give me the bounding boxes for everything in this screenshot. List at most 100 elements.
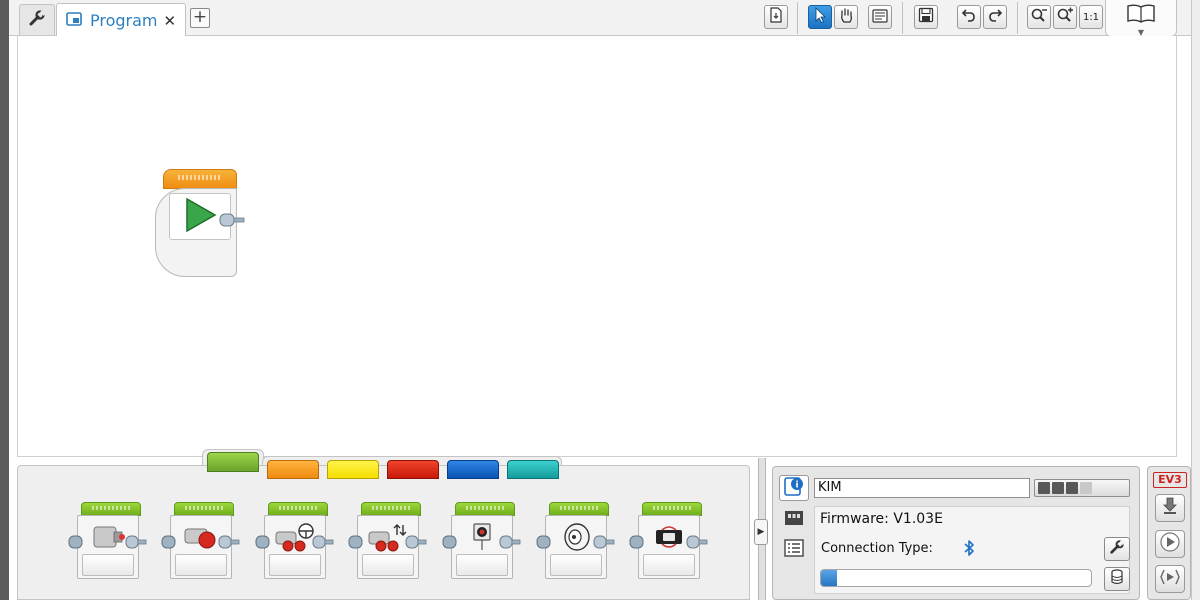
sequence-plug-out [125, 534, 147, 549]
brick-name-field[interactable]: KIM [814, 478, 1030, 498]
download-file-button[interactable] [764, 5, 788, 29]
top-toolbar: Program ✕ + 1:1 ▼ [9, 0, 1191, 37]
memory-usage-bar [820, 569, 1092, 587]
window-right-edge [1191, 0, 1200, 600]
block-header [268, 502, 328, 516]
palette-tab-action[interactable] [207, 452, 259, 472]
block-mode-selector [175, 554, 227, 576]
brick-status-light-block[interactable] [628, 502, 708, 582]
project-properties-tab[interactable] [19, 4, 55, 35]
window-left-border [0, 0, 9, 600]
select-tool-button[interactable] [808, 5, 832, 29]
bluetooth-icon [963, 539, 975, 557]
redo-icon [987, 7, 1003, 27]
zoom-in-icon [1056, 7, 1074, 27]
download-file-icon [769, 7, 783, 27]
block-header [361, 502, 421, 516]
port-view-tab[interactable] [779, 506, 809, 532]
redo-button[interactable] [983, 5, 1007, 29]
block-mode-selector [362, 554, 414, 576]
sequence-plug-in [347, 534, 363, 549]
zoom-in-button[interactable] [1053, 5, 1077, 29]
memory-usage-fill [821, 570, 838, 586]
svg-text:i: i [795, 481, 798, 491]
medium-motor-block[interactable] [67, 502, 147, 582]
palette-tab-sensor[interactable] [327, 460, 379, 479]
palette-tab-advanced[interactable] [447, 460, 499, 479]
wrench-icon [1109, 539, 1126, 559]
tab-program-label: Program [90, 11, 158, 30]
battery-cell [1038, 482, 1050, 494]
battery-level-indicator [1034, 479, 1130, 497]
battery-cell [1066, 482, 1078, 494]
brick-list-icon [783, 538, 805, 562]
download-and-run-button[interactable] [1155, 530, 1185, 558]
brick-settings-button[interactable] [1104, 537, 1130, 561]
play-icon [1160, 532, 1180, 556]
programming-canvas[interactable] [17, 36, 1177, 457]
sequence-plug-in [628, 534, 644, 549]
battery-cell [1080, 482, 1092, 494]
sequence-plug-out [218, 534, 240, 549]
sequence-plug-in [160, 534, 176, 549]
toolbar-separator [902, 2, 903, 34]
undo-icon [961, 7, 977, 27]
firmware-version-text: Firmware: V1.03E [820, 511, 943, 527]
move-tank-block[interactable] [347, 502, 427, 582]
palette-tab-my-blocks[interactable] [507, 460, 559, 479]
ev3-logo: EV3 [1153, 472, 1187, 488]
run-selected-button[interactable] [1155, 565, 1185, 593]
save-button[interactable] [914, 5, 938, 29]
block-header [455, 502, 515, 516]
pan-tool-button[interactable] [834, 5, 858, 29]
sequence-plug-in [254, 534, 270, 549]
zoom-out-icon [1030, 7, 1048, 27]
help-content-tab[interactable]: ▼ [1105, 0, 1177, 37]
available-bricks-tab[interactable] [779, 537, 809, 563]
close-icon[interactable]: ✕ [164, 12, 177, 30]
collapse-panel-toggle[interactable]: ▶ [754, 519, 768, 545]
toolbar-separator [797, 2, 798, 34]
download-button[interactable] [1155, 494, 1185, 522]
play-icon [183, 197, 217, 237]
tab-program[interactable]: Program ✕ [56, 3, 186, 37]
book-icon [1126, 3, 1156, 27]
brick-info-icon: i [783, 475, 805, 501]
memory-browser-button[interactable] [1104, 567, 1130, 591]
sequence-plug-in [67, 534, 83, 549]
run-selected-icon [1159, 567, 1181, 591]
large-motor-block[interactable] [160, 502, 240, 582]
wrench-icon [28, 9, 47, 31]
start-block-header [163, 169, 237, 189]
pan-hand-icon [838, 7, 854, 27]
sequence-plug-in [535, 534, 551, 549]
sequence-plug-out [499, 534, 521, 549]
move-steering-block[interactable] [254, 502, 334, 582]
block-header [174, 502, 234, 516]
undo-button[interactable] [957, 5, 981, 29]
battery-cell [1052, 482, 1064, 494]
port-view-icon [783, 507, 805, 531]
comment-button[interactable] [868, 5, 892, 29]
connection-type-label: Connection Type: [821, 541, 933, 556]
add-tab-button[interactable]: + [190, 8, 210, 28]
sequence-plug-out [686, 534, 708, 549]
palette-tab-flow-control[interactable] [267, 460, 319, 479]
sequence-plug-out [312, 534, 334, 549]
block-mode-selector [550, 554, 602, 576]
sequence-plug-in [441, 534, 457, 549]
brick-info-tab[interactable]: i [779, 475, 809, 501]
display-block[interactable] [441, 502, 521, 582]
block-header [81, 502, 141, 516]
palette-tab-data-operations[interactable] [387, 460, 439, 479]
start-block[interactable] [155, 169, 245, 277]
zoom-out-button[interactable] [1027, 5, 1051, 29]
zoom-reset-button[interactable]: 1:1 [1079, 5, 1103, 29]
comment-icon [872, 8, 888, 27]
program-icon [66, 11, 82, 30]
block-mode-selector [456, 554, 508, 576]
sequence-plug-out[interactable] [219, 212, 245, 228]
block-mode-selector [643, 554, 695, 576]
block-header [642, 502, 702, 516]
sound-block[interactable] [535, 502, 615, 582]
